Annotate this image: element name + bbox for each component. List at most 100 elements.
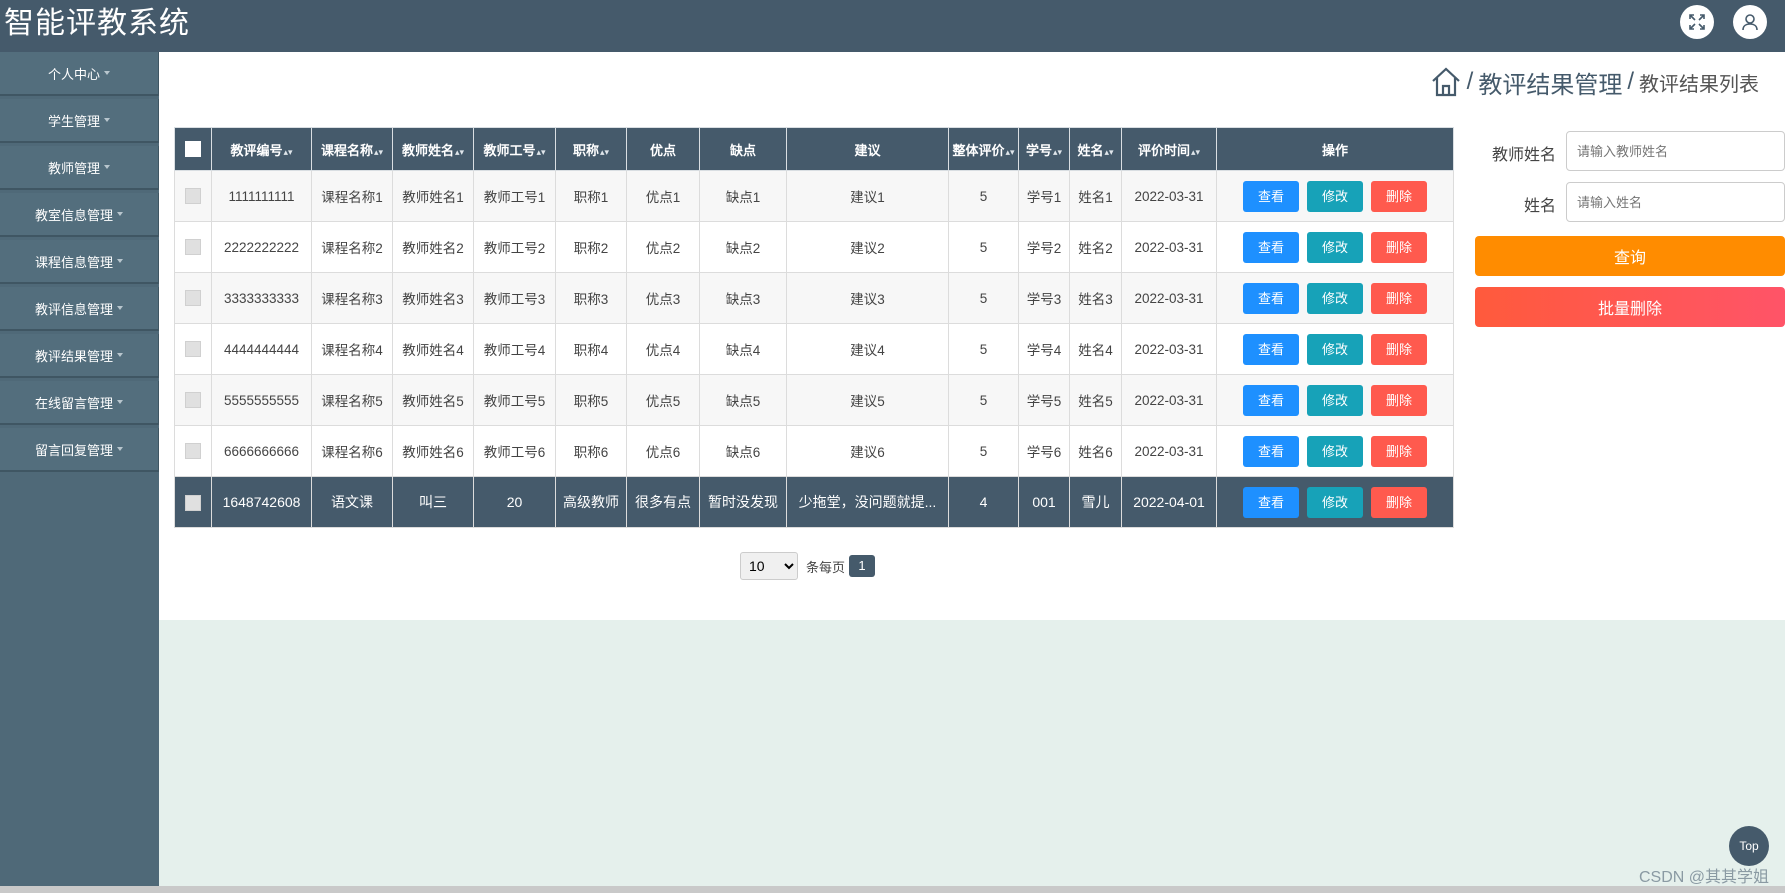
- page-size-select[interactable]: 10: [740, 552, 798, 580]
- delete-button[interactable]: 删除: [1371, 282, 1427, 314]
- table-cell: 2222222222: [211, 221, 312, 273]
- teacher-name-input[interactable]: [1566, 131, 1785, 171]
- delete-button[interactable]: 删除: [1371, 384, 1427, 416]
- edit-button[interactable]: 修改: [1307, 486, 1363, 518]
- table-cell: 教师工号4: [473, 323, 556, 375]
- horizontal-scrollbar[interactable]: [0, 886, 1785, 893]
- sidebar-item[interactable]: 教师管理: [0, 146, 159, 190]
- sidebar-item[interactable]: 学生管理: [0, 99, 159, 143]
- delete-button[interactable]: 删除: [1371, 333, 1427, 365]
- sort-icon[interactable]: ▴▾: [374, 147, 383, 157]
- sort-icon[interactable]: ▴▾: [1104, 147, 1113, 157]
- row-checkbox[interactable]: [185, 188, 201, 205]
- table-cell: 姓名3: [1069, 272, 1122, 324]
- column-header[interactable]: 教师姓名▴▾: [392, 127, 474, 171]
- table-row[interactable]: 3333333333 课程名称3 教师姓名3 教师工号3 职称3 优点3 缺点3 建议3 5 学号…: [174, 272, 1454, 324]
- view-button[interactable]: 查看: [1243, 486, 1299, 518]
- query-button[interactable]: 查询: [1475, 236, 1785, 276]
- view-button[interactable]: 查看: [1243, 180, 1299, 212]
- column-header: 操作: [1216, 127, 1454, 171]
- delete-button[interactable]: 删除: [1371, 486, 1427, 518]
- column-header[interactable]: 评价时间▴▾: [1121, 127, 1217, 171]
- sort-icon[interactable]: ▴▾: [283, 147, 292, 157]
- row-checkbox[interactable]: [185, 494, 201, 511]
- column-header[interactable]: 学号▴▾: [1018, 127, 1070, 171]
- column-header[interactable]: 教师工号▴▾: [473, 127, 556, 171]
- column-header[interactable]: 姓名▴▾: [1069, 127, 1122, 171]
- sidebar-item[interactable]: 教室信息管理: [0, 193, 159, 237]
- view-button[interactable]: 查看: [1243, 333, 1299, 365]
- breadcrumb: / 教评结果管理 / 教评结果列表: [1430, 62, 1759, 102]
- home-icon[interactable]: [1430, 66, 1462, 98]
- breadcrumb-section[interactable]: 教评结果管理: [1478, 65, 1622, 100]
- table-cell: 叫三: [392, 476, 474, 528]
- column-header[interactable]: 职称▴▾: [555, 127, 627, 171]
- sort-icon[interactable]: ▴▾: [1005, 147, 1014, 157]
- table-row[interactable]: 1648742608 语文课 叫三 20 高级教师 很多有点 暂时没发现 少拖堂，没问题就提.…: [174, 476, 1454, 528]
- table-cell: 姓名6: [1069, 425, 1122, 477]
- delete-button[interactable]: 删除: [1371, 231, 1427, 263]
- table-cell: 缺点1: [699, 170, 787, 222]
- delete-button[interactable]: 删除: [1371, 435, 1427, 467]
- view-button[interactable]: 查看: [1243, 231, 1299, 263]
- watermark: CSDN @其其学姐: [1638, 869, 1769, 886]
- actions-cell: 查看 修改 删除: [1216, 272, 1454, 324]
- table-row[interactable]: 2222222222 课程名称2 教师姓名2 教师工号2 职称2 优点2 缺点2 建议2 5 学号…: [174, 221, 1454, 273]
- table-cell: 很多有点: [626, 476, 700, 528]
- row-checkbox[interactable]: [185, 443, 201, 460]
- sidebar-item[interactable]: 个人中心: [0, 52, 159, 96]
- sort-icon[interactable]: ▴▾: [455, 147, 464, 157]
- column-header[interactable]: 整体评价▴▾: [948, 127, 1019, 171]
- sort-icon[interactable]: ▴▾: [600, 147, 609, 157]
- user-icon[interactable]: [1733, 5, 1767, 39]
- fullscreen-icon[interactable]: [1680, 5, 1714, 39]
- sidebar-item-label: 教室信息管理: [34, 207, 113, 223]
- delete-button[interactable]: 删除: [1371, 180, 1427, 212]
- row-checkbox[interactable]: [185, 290, 201, 307]
- page-number-button[interactable]: 1: [849, 555, 876, 577]
- edit-button[interactable]: 修改: [1307, 282, 1363, 314]
- column-header-label: 职称: [572, 142, 599, 158]
- edit-button[interactable]: 修改: [1307, 180, 1363, 212]
- table-row[interactable]: 6666666666 课程名称6 教师姓名6 教师工号6 职称6 优点6 缺点6 建议6 5 学号…: [174, 425, 1454, 477]
- row-checkbox[interactable]: [185, 392, 201, 409]
- sidebar-item[interactable]: 留言回复管理: [0, 428, 159, 472]
- table-cell: 5: [948, 323, 1019, 375]
- column-header: 缺点: [699, 127, 787, 171]
- name-input[interactable]: [1566, 182, 1785, 222]
- edit-button[interactable]: 修改: [1307, 333, 1363, 365]
- sort-icon[interactable]: ▴▾: [1191, 147, 1200, 157]
- edit-button[interactable]: 修改: [1307, 435, 1363, 467]
- table-cell: 5: [948, 425, 1019, 477]
- table-row[interactable]: 4444444444 课程名称4 教师姓名4 教师工号4 职称4 优点4 缺点4 建议4 5 学号…: [174, 323, 1454, 375]
- sort-icon[interactable]: ▴▾: [1053, 147, 1062, 157]
- table-cell: 学号3: [1018, 272, 1070, 324]
- per-page-label: 条每页: [806, 559, 846, 575]
- edit-button[interactable]: 修改: [1307, 384, 1363, 416]
- edit-button[interactable]: 修改: [1307, 231, 1363, 263]
- view-button[interactable]: 查看: [1243, 282, 1299, 314]
- row-select-cell: [174, 221, 212, 273]
- sidebar-item[interactable]: 教评结果管理: [0, 334, 159, 378]
- sidebar: 个人中心 学生管理 教师管理教室信息管理课程信息管理 教评信息管理 教评结果管理 在线留言…: [0, 52, 159, 893]
- view-button[interactable]: 查看: [1243, 435, 1299, 467]
- table-cell: 学号6: [1018, 425, 1070, 477]
- table-cell: 高级教师: [555, 476, 627, 528]
- sidebar-item[interactable]: 课程信息管理: [0, 240, 159, 284]
- table-row[interactable]: 1111111111 课程名称1 教师姓名1 教师工号1 职称1 优点1 缺点1 建议1 5 学号…: [174, 170, 1454, 222]
- sidebar-item[interactable]: 在线留言管理: [0, 381, 159, 425]
- chevron-down-icon: [117, 447, 123, 451]
- row-checkbox[interactable]: [185, 239, 201, 256]
- view-button[interactable]: 查看: [1243, 384, 1299, 416]
- select-all-checkbox[interactable]: [185, 141, 201, 158]
- column-header-label: 缺点: [729, 142, 756, 158]
- column-header[interactable]: 课程名称▴▾: [311, 127, 393, 171]
- sort-icon[interactable]: ▴▾: [536, 147, 545, 157]
- batch-delete-button[interactable]: 批量删除: [1475, 287, 1785, 327]
- column-header[interactable]: 教评编号▴▾: [211, 127, 312, 171]
- table-row[interactable]: 5555555555 课程名称5 教师姓名5 教师工号5 职称5 优点5 缺点5 建议5 5 学号…: [174, 374, 1454, 426]
- sidebar-item[interactable]: 教评信息管理: [0, 287, 159, 331]
- chevron-down-icon: [117, 306, 123, 310]
- scroll-top-button[interactable]: Top: [1729, 826, 1769, 866]
- row-checkbox[interactable]: [185, 341, 201, 358]
